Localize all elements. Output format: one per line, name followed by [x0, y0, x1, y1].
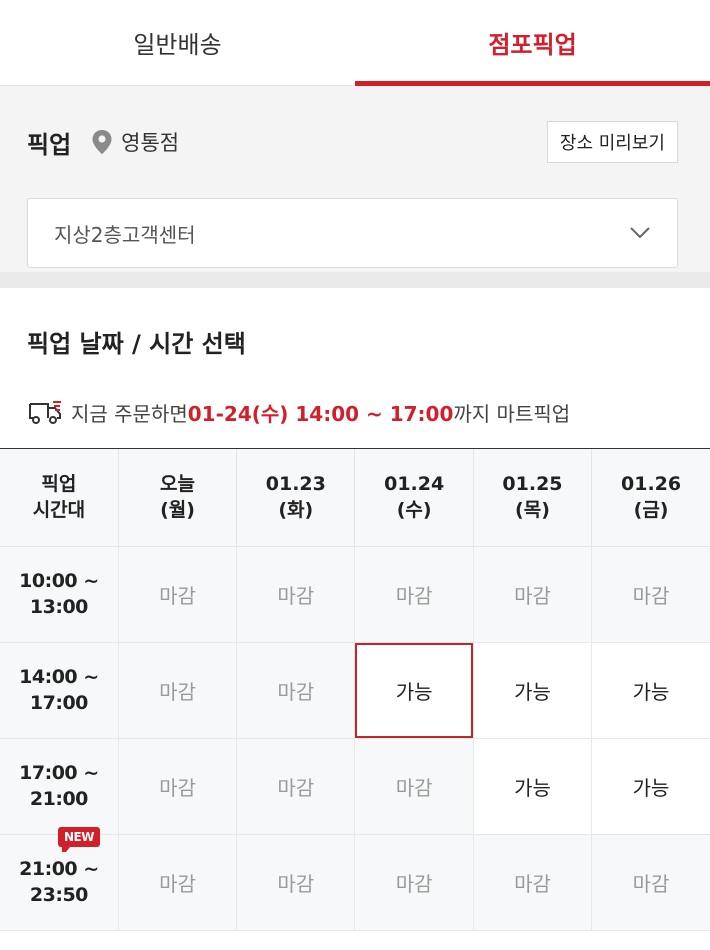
pickup-schedule-table: 픽업시간대 오늘 (월) 01.23 (화) 01.24 (수) 01.25 (목) 01.26 (… — [0, 448, 710, 931]
header-line1: 01.23 — [265, 473, 326, 496]
slot-closed-cell: 마감 — [118, 642, 238, 739]
slot-closed-cell: 마감 — [118, 738, 238, 835]
notice-highlight: 01-24(수) 14:00 ~ 17:00 — [187, 401, 454, 426]
pickup-notice: 지금 주문하면 01-24(수) 14:00 ~ 17:00 까지 마트픽업 — [27, 376, 710, 448]
slot-available-cell[interactable]: 가능 — [473, 738, 593, 835]
pickup-location-select[interactable]: 지상2층고객센터 — [27, 198, 678, 268]
table-row: 10:00 ~13:00 마감 마감 마감 마감 마감 — [0, 546, 710, 643]
time-slot-cell: 17:00 ~ 21:00 — [0, 738, 119, 835]
header-line1: 01.25 — [502, 473, 563, 496]
header-line1: 오늘 — [160, 473, 195, 496]
header-line2: (화) — [278, 499, 314, 522]
slot-closed-cell: 마감 — [473, 834, 593, 931]
notice-suffix: 까지 마트픽업 — [453, 401, 571, 426]
pickup-title: 픽업 — [27, 130, 72, 159]
header-time-slot: 픽업시간대 — [0, 449, 119, 547]
header-line1: 픽업 — [41, 473, 77, 496]
header-date: 01.23 (화) — [236, 449, 356, 547]
header-date: 01.24 (수) — [354, 449, 474, 547]
header-line2: (월) — [160, 499, 195, 522]
slot-closed-cell: 마감 — [354, 546, 474, 643]
time-start: 21:00 ~ — [19, 858, 99, 880]
header-line2: (금) — [633, 499, 669, 522]
header-date: 01.26 (금) — [591, 449, 710, 547]
time-start: 10:00 ~ — [19, 570, 99, 592]
slot-closed-cell: 마감 — [236, 738, 356, 835]
slot-closed-cell: 마감 — [591, 834, 710, 931]
header-line2: 시간대 — [32, 499, 86, 522]
time-end: 17:00 — [29, 692, 88, 714]
location-preview-button[interactable]: 장소 미리보기 — [546, 121, 678, 163]
time-slot-cell: 14:00 ~ 17:00 — [0, 642, 119, 739]
time-start: 17:00 ~ — [19, 762, 99, 784]
store-name: 영통점 — [121, 131, 180, 155]
slot-closed-cell: 마감 — [591, 546, 710, 643]
delivery-tabs: 일반배송 점포픽업 — [0, 0, 710, 86]
time-slot-cell: NEW 21:00 ~ 23:50 — [0, 826, 119, 931]
header-line2: (목) — [515, 499, 550, 522]
header-line1: 01.24 — [384, 473, 445, 496]
slot-closed-cell: 마감 — [236, 834, 356, 931]
table-header-row: 픽업시간대 오늘 (월) 01.23 (화) 01.24 (수) 01.25 (목) 01.26 (… — [0, 449, 710, 547]
time-end: 13:00 — [29, 596, 88, 618]
tab-store-pickup[interactable]: 점포픽업 — [355, 0, 710, 86]
time-start: 14:00 ~ — [19, 666, 99, 688]
slot-closed-cell: 마감 — [354, 738, 474, 835]
slot-closed-cell: 마감 — [118, 546, 238, 643]
notice-prefix: 지금 주문하면 — [71, 401, 188, 426]
time-slot-cell: 10:00 ~ 13:00 — [0, 546, 119, 643]
slot-available-cell[interactable]: 가능 — [354, 642, 474, 739]
header-date: 오늘 (월) — [118, 449, 238, 547]
slot-closed-cell: 마감 — [236, 642, 356, 739]
slot-available-cell[interactable]: 가능 — [591, 642, 710, 739]
time-end: 23:50 — [29, 884, 88, 906]
location-pin-icon — [92, 130, 112, 154]
pickup-location-value: 지상2층고객센터 — [54, 222, 196, 247]
header-line2: (수) — [396, 499, 432, 522]
table-row: 14:00 ~17:00 마감 마감 가능 가능 가능 — [0, 642, 710, 739]
slot-closed-cell: 마감 — [236, 546, 356, 643]
header-date: 01.25 (목) — [473, 449, 593, 547]
slot-available-cell[interactable]: 가능 — [473, 642, 593, 739]
slot-closed-cell: 마감 — [118, 834, 238, 931]
slot-available-cell[interactable]: 가능 — [591, 738, 710, 835]
slot-closed-cell: 마감 — [473, 546, 593, 643]
pickup-section: 픽업 영통점 장소 미리보기 지상2층고객센터 — [0, 86, 710, 288]
chevron-down-icon — [630, 227, 650, 239]
slot-closed-cell: 마감 — [354, 834, 474, 931]
table-row: NEW 21:00 ~23:50 마감 마감 마감 마감 마감 — [0, 826, 710, 931]
time-end: 21:00 — [29, 788, 88, 810]
header-line1: 01.26 — [621, 473, 682, 496]
section-title: 픽업 날짜 / 시간 선택 — [27, 330, 246, 358]
new-badge: NEW — [58, 826, 100, 852]
truck-icon — [29, 401, 61, 424]
table-row: 17:00 ~21:00 마감 마감 마감 가능 가능 — [0, 738, 710, 835]
datetime-section: 픽업 날짜 / 시간 선택 지금 주문하면 01-24(수) 14:00 ~ 1… — [0, 288, 710, 448]
tab-general-delivery[interactable]: 일반배송 — [0, 0, 355, 85]
